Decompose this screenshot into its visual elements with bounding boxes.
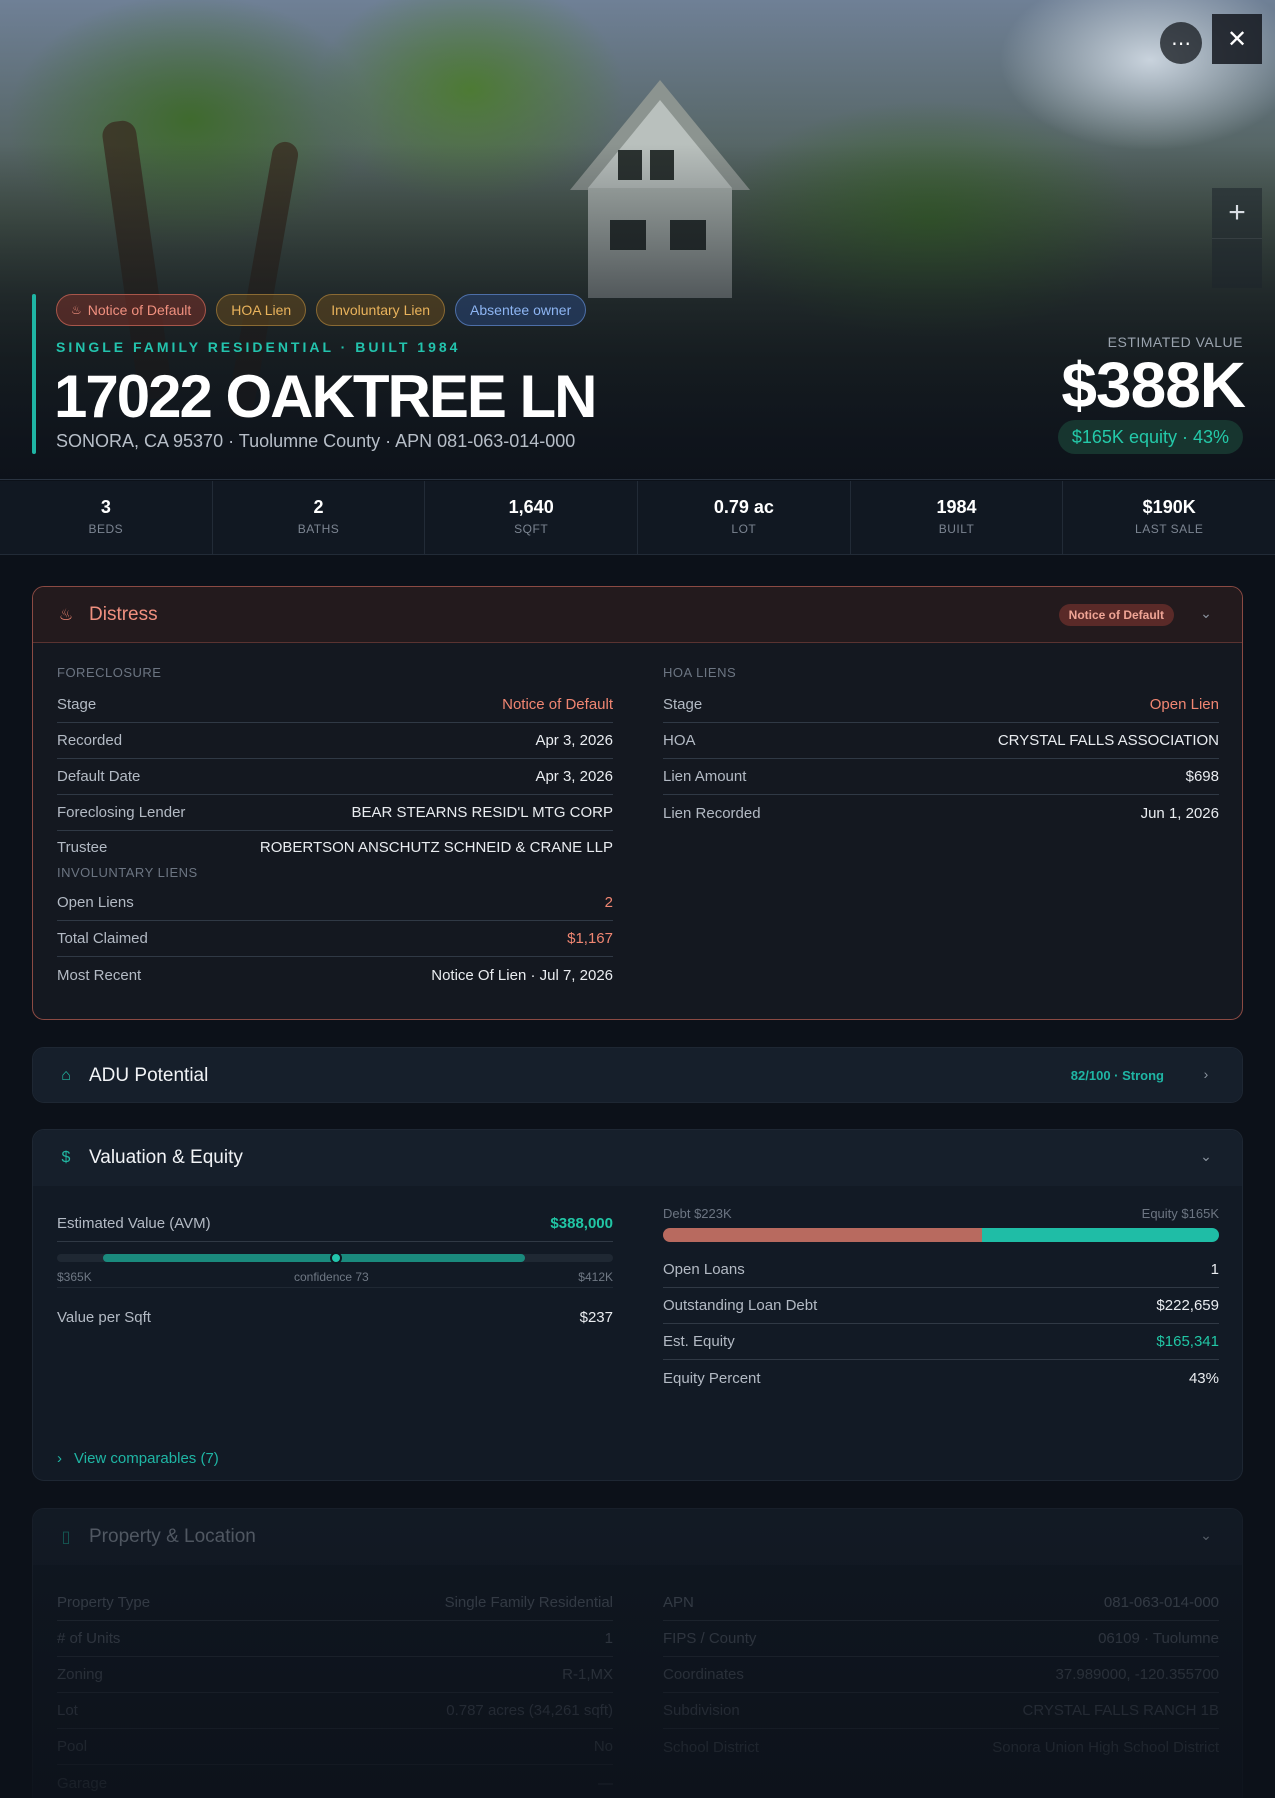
debt-equity-bar bbox=[663, 1228, 1219, 1242]
list-item: Property Type Single Family Residential bbox=[57, 1585, 613, 1621]
stat-beds: 3 BEDS bbox=[0, 481, 213, 554]
distress-chips: ♨ Notice of Default HOA Lien Involuntary… bbox=[56, 294, 587, 326]
foreclosure-section: FORECLOSURE Stage Notice of Default Recor… bbox=[57, 665, 613, 993]
list-item: Equity Percent 43% bbox=[663, 1369, 1219, 1387]
chip-hoa-lien[interactable]: HOA Lien bbox=[216, 294, 307, 326]
close-button[interactable]: ✕ bbox=[1212, 14, 1262, 64]
debt-segment bbox=[663, 1228, 983, 1242]
value-per-sqft-row: Value per Sqft $237 bbox=[57, 1308, 613, 1326]
list-item: Lien Recorded Jun 1, 2026 bbox=[663, 804, 1219, 822]
property-left: Property Type Single Family Residential #… bbox=[57, 1585, 613, 1798]
plus-icon: + bbox=[1228, 196, 1246, 229]
list-item: Foreclosing Lender BEAR STEARNS RESID'L M… bbox=[57, 795, 613, 831]
list-item: Est. Equity $165,341 bbox=[663, 1324, 1219, 1360]
view-comparables-link[interactable]: › View comparables (7) bbox=[57, 1450, 219, 1467]
zoom-in-button[interactable]: + bbox=[1212, 188, 1262, 238]
list-item: HOA CRYSTAL FALLS ASSOCIATION bbox=[663, 723, 1219, 759]
map-zoom-control: + bbox=[1212, 188, 1262, 288]
valuation-right: Debt $223K Equity $165K Open Loans 1 Outs… bbox=[663, 1206, 1219, 1396]
list-item: Garage — bbox=[57, 1774, 613, 1792]
dollar-icon: $ bbox=[61, 1149, 71, 1166]
valuation-card: $ Valuation & Equity ⌄ Estimated Value (… bbox=[32, 1129, 1243, 1481]
estimated-value: $388K bbox=[1061, 349, 1246, 421]
chevron-down-icon[interactable]: ⌄ bbox=[1198, 1527, 1214, 1543]
avm-row: Estimated Value (AVM) $388,000 bbox=[57, 1206, 613, 1242]
list-item: Stage Open Lien bbox=[663, 687, 1219, 723]
stat-last-sale: $190K LAST SALE bbox=[1135, 497, 1204, 536]
property-right: APN 081-063-014-000 FIPS / County 06109 · … bbox=[663, 1585, 1219, 1765]
list-item: Subdivision CRYSTAL FALLS RANCH 1B bbox=[663, 1693, 1219, 1729]
range-marker bbox=[330, 1252, 342, 1264]
equity-pill: $165K equity · 43% bbox=[1057, 420, 1243, 454]
list-item: Total Claimed $1,167 bbox=[57, 921, 613, 957]
list-item: Default Date Apr 3, 2026 bbox=[57, 759, 613, 795]
distress-header[interactable]: ♨ Distress Notice of Default ⌄ bbox=[33, 587, 1242, 643]
property-location: SONORA, CA 95370 · Tuolumne County · APN… bbox=[56, 431, 576, 451]
more-horizontal-icon: ⋯ bbox=[1171, 32, 1191, 55]
accent-bar bbox=[32, 294, 36, 454]
list-item: Recorded Apr 3, 2026 bbox=[57, 723, 613, 759]
chevron-right-icon[interactable]: › bbox=[1198, 1066, 1214, 1082]
chip-involuntary-lien[interactable]: Involuntary Lien bbox=[316, 294, 446, 326]
property-header[interactable]: ▯ Property & Location ⌄ bbox=[33, 1509, 1242, 1565]
valuation-left: Estimated Value (AVM) $388,000 $365K conf… bbox=[57, 1206, 613, 1346]
chevron-down-icon[interactable]: ⌄ bbox=[1198, 1148, 1214, 1164]
list-item: Lien Amount $698 bbox=[663, 759, 1219, 795]
list-item: Pool No bbox=[57, 1729, 613, 1765]
more-options-button[interactable]: ⋯ bbox=[1160, 22, 1202, 64]
equity-label: Equity $165K bbox=[1141, 1206, 1219, 1221]
list-item: School District Sonora Union High School … bbox=[663, 1738, 1219, 1756]
stat-lot: 0.79 ac LOT bbox=[638, 481, 851, 554]
hoa-liens-section: HOA LIENS Stage Open Lien HOA CRYSTAL FALL… bbox=[663, 665, 1219, 831]
list-item: Zoning R-1,MX bbox=[57, 1657, 613, 1693]
property-address: 17022 OAKTREE LN bbox=[54, 363, 598, 430]
home-icon: ⌂ bbox=[61, 1067, 71, 1084]
list-item: Coordinates 37.989000, -120.355700 bbox=[663, 1657, 1219, 1693]
list-item: Outstanding Loan Debt $222,659 bbox=[663, 1288, 1219, 1324]
stat-built: 1984 BUILT bbox=[851, 481, 1064, 554]
property-stats: 3 BEDS 2 BATHS 1,640 SQFT 0.79 ac LOT 1984 BU… bbox=[0, 481, 1275, 555]
list-item: FIPS / County 06109 · Tuolumne bbox=[663, 1621, 1219, 1657]
list-item: Most Recent Notice Of Lien · Jul 7, 2026 bbox=[57, 966, 613, 984]
equity-segment bbox=[982, 1228, 1219, 1242]
adu-potential-card[interactable]: ⌂ ADU Potential 82/100 · Strong › bbox=[32, 1047, 1243, 1103]
value-range: $365K confidence 73 $412K bbox=[57, 1242, 613, 1288]
chevron-right-icon: › bbox=[57, 1450, 62, 1467]
adu-score: 82/100 · Strong bbox=[1070, 1068, 1164, 1083]
list-item: Trustee ROBERTSON ANSCHUTZ SCHNEID & CRAN… bbox=[57, 838, 613, 856]
list-item: Open Liens 2 bbox=[57, 885, 613, 921]
distress-card: ♨ Distress Notice of Default ⌄ FORECLOSU… bbox=[32, 586, 1243, 1020]
flame-icon: ♨ bbox=[71, 303, 82, 317]
valuation-header[interactable]: $ Valuation & Equity ⌄ bbox=[33, 1130, 1242, 1186]
list-item: Stage Notice of Default bbox=[57, 687, 613, 723]
hero-photo: ⋯ ✕ + ♨ Notice of Default HOA Lien Invol… bbox=[0, 0, 1275, 480]
chip-absentee-owner[interactable]: Absentee owner bbox=[455, 294, 587, 326]
list-item: APN 081-063-014-000 bbox=[663, 1585, 1219, 1621]
property-location-card: ▯ Property & Location ⌄ Property Type Sin… bbox=[32, 1508, 1243, 1798]
range-fill bbox=[103, 1254, 525, 1262]
list-item: Lot 0.787 acres (34,261 sqft) bbox=[57, 1693, 613, 1729]
close-icon: ✕ bbox=[1226, 25, 1248, 53]
property-subtitle: SINGLE FAMILY RESIDENTIAL · BUILT 1984 bbox=[56, 339, 461, 355]
stat-sqft: 1,640 SQFT bbox=[425, 481, 639, 554]
zoom-out-button[interactable] bbox=[1212, 238, 1262, 288]
stat-baths: 2 BATHS bbox=[213, 481, 426, 554]
chevron-down-icon[interactable]: ⌄ bbox=[1198, 605, 1214, 621]
list-item: # of Units 1 bbox=[57, 1621, 613, 1657]
list-item: Open Loans 1 bbox=[663, 1252, 1219, 1288]
flame-icon: ♨ bbox=[58, 606, 74, 624]
adu-header[interactable]: ⌂ ADU Potential 82/100 · Strong › bbox=[33, 1048, 1242, 1102]
building-icon: ▯ bbox=[61, 1529, 71, 1546]
distress-badge: Notice of Default bbox=[1058, 604, 1174, 626]
debt-label: Debt $223K bbox=[663, 1206, 732, 1221]
chip-notice-of-default[interactable]: ♨ Notice of Default bbox=[56, 294, 207, 326]
